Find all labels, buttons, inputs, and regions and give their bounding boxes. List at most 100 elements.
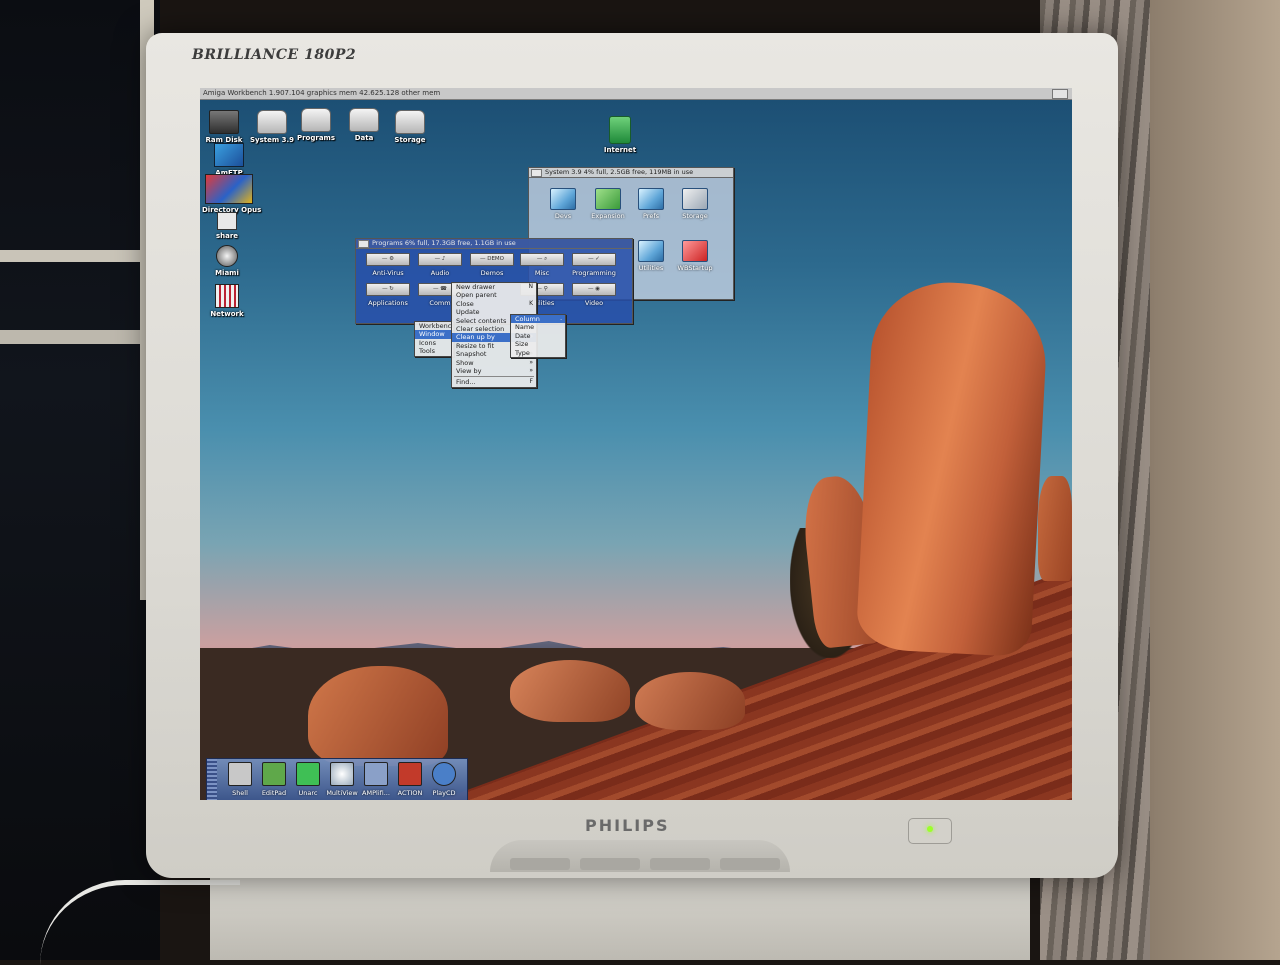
shell-icon [228,762,252,786]
desktop-icon-storage[interactable]: Storage [383,110,437,144]
screen-title-bar[interactable]: Amiga Workbench 1.907.104 graphics mem 4… [200,88,1072,100]
menu-item-close[interactable]: Close K [452,300,536,308]
power-led-icon [927,826,933,832]
window-frame [0,330,160,344]
drawer-programming[interactable]: — ✓ Programming [568,253,620,277]
share-icon [217,212,237,230]
menu-item-open-parent[interactable]: Open parent [452,291,536,299]
editpad-icon [262,762,286,786]
monitor-model-label: BRILLIANCE 180P2 [192,47,357,63]
menu-item-view-by[interactable]: View by» [452,367,536,375]
drawer-icon: — ✓ [572,253,616,266]
menu-item-find[interactable]: Find... F [452,378,536,386]
submenu-item-type[interactable]: Type [511,349,565,357]
wallpaper-boulder [510,660,630,722]
desktop-icon-miami[interactable]: Miami [200,245,254,277]
drawer-icon: — ♪ [418,253,462,266]
miami-icon [216,245,238,267]
close-gadget-icon[interactable] [358,240,369,248]
window-title-bar[interactable]: Programs 6% full, 17.3GB free, 1.1GB in … [356,239,632,249]
monitor-control-button[interactable] [510,858,570,870]
dock-drag-handle[interactable] [207,759,217,800]
drawer-icon: — ↻ [366,283,410,296]
menu-item-show[interactable]: Show» [452,359,536,367]
desktop-icon-programs[interactable]: Programs [289,108,343,142]
monitor-manufacturer-logo: PHILIPS [585,816,670,835]
wallpaper-boulder [635,672,745,730]
screen-depth-gadget[interactable] [1052,89,1068,99]
drawer-video[interactable]: — ◉ Video [568,283,620,307]
drawer-icon: — ⚙ [366,253,410,266]
hard-drive-icon [257,110,287,134]
room-background-left [0,0,160,960]
hard-drive-icon [301,108,331,132]
drawer-icon [609,116,631,144]
menu-bar[interactable]: Workbench Window Icons Tools [414,321,455,357]
desktop-icon-network[interactable]: Network [200,284,254,318]
monitor-stand [210,870,1030,960]
application-dock[interactable]: Shell EditPad Unarc MultiView AMPlifi...… [206,758,468,800]
unarc-icon [296,762,320,786]
dock-item-playcd[interactable]: PlayCD [427,762,461,797]
cleanup-submenu[interactable]: Column. Name Date Size Type [510,314,566,359]
submenu-item-column[interactable]: Column. [511,315,565,324]
drawer-icon [682,188,708,210]
desktop-icon-amftp[interactable]: AmFTP [202,143,256,177]
drawer-applications[interactable]: — ↻ Applications [362,283,414,307]
drawer-storage[interactable]: Storage [669,188,721,220]
desktop-icon-directory-opus[interactable]: Directory Opus [202,174,261,214]
drawer-icon [595,188,621,210]
wallpaper-boulder [308,666,448,766]
window-title-bar[interactable]: System 3.9 4% full, 2.5GB free, 119MB in… [529,168,733,178]
drawer-audio[interactable]: — ♪ Audio [414,253,466,277]
magnifier-icon [330,762,354,786]
dock-item-shell[interactable]: Shell [223,762,257,797]
dock-item-editpad[interactable]: EditPad [257,762,291,797]
desktop-icon-internet[interactable]: Internet [593,116,647,154]
monitor-control-button[interactable] [720,858,780,870]
menu-workbench[interactable]: Workbench [415,322,455,330]
submenu-item-date[interactable]: Date [511,332,565,340]
dock-item-multiview[interactable]: MultiView [325,762,359,797]
hard-drive-icon [395,110,425,134]
wall [1150,0,1280,960]
cd-icon [432,762,456,786]
drawer-anti-virus[interactable]: — ⚙ Anti-Virus [362,253,414,277]
menu-separator [454,376,534,378]
desktop-icon-ram-disk[interactable]: Ram Disk [200,110,251,144]
window-frame [0,250,160,262]
dock-item-unarc[interactable]: Unarc [291,762,325,797]
menu-item-new-drawer[interactable]: New drawer N [452,283,536,291]
drawer-icon: — DEMO [470,253,514,266]
drawer-icon: — ◉ [572,283,616,296]
submenu-item-name[interactable]: Name [511,323,565,331]
dock-item-amplifier[interactable]: AMPlifi... [359,762,393,797]
wallpaper-rock-tower [855,278,1050,658]
drawer-demos[interactable]: — DEMO Demos [466,253,518,277]
menu-icons[interactable]: Icons [415,339,453,347]
workbench-screen[interactable]: Amiga Workbench 1.907.104 graphics mem 4… [200,88,1072,800]
opus-icon [205,174,253,204]
screen-title: Amiga Workbench 1.907.104 graphics mem 4… [203,89,441,97]
menu-tools[interactable]: Tools [415,347,453,355]
desktop-icon-share[interactable]: share [200,212,254,240]
dock-item-action[interactable]: ACTION [393,762,427,797]
drawer-icon [550,188,576,210]
close-gadget-icon[interactable] [531,169,542,177]
submenu-item-size[interactable]: Size [511,340,565,348]
drawer-icon [682,240,708,262]
speaker-icon [364,762,388,786]
drawer-icon [638,240,664,262]
monitor-control-button[interactable] [580,858,640,870]
monitor-control-button[interactable] [650,858,710,870]
ftp-icon [214,143,244,167]
window-title: System 3.9 4% full, 2.5GB free, 119MB in… [545,168,694,176]
drawer-misc[interactable]: — ⌕ Misc [516,253,568,277]
drawer-icon [638,188,664,210]
network-icon [215,284,239,308]
ram-disk-icon [209,110,239,134]
hard-drive-icon [349,108,379,132]
menu-window[interactable]: Window [415,330,453,339]
drawer-wbstartup[interactable]: WBStartup [669,240,721,272]
wallpaper-rock [1038,476,1072,581]
